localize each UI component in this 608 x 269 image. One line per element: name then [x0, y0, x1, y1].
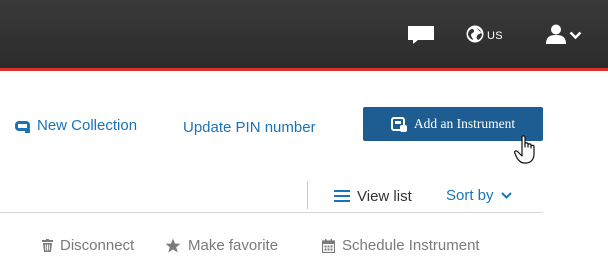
hand-cursor-icon: [514, 135, 535, 164]
sort-by-dropdown[interactable]: Sort by: [446, 187, 512, 204]
chevron-down-icon[interactable]: [569, 31, 582, 40]
chevron-down-icon: [500, 192, 512, 199]
new-collection-link[interactable]: New Collection: [14, 117, 138, 134]
chat-icon[interactable]: [407, 25, 435, 45]
update-pin-link[interactable]: Update PIN number: [183, 119, 316, 136]
star-icon: [165, 238, 181, 253]
disconnect-label: Disconnect: [60, 237, 135, 254]
add-instrument-label: Add an Instrument: [413, 116, 516, 131]
view-list-label: View list: [357, 188, 412, 205]
view-list-toggle[interactable]: View list: [334, 188, 412, 205]
calendar-icon: [322, 238, 335, 253]
sort-by-label: Sort by: [446, 187, 494, 204]
region-selector-label[interactable]: US: [487, 30, 503, 42]
new-collection-label: New Collection: [37, 117, 138, 134]
list-icon: [334, 190, 350, 202]
collection-icon: [15, 120, 30, 133]
section-divider: [0, 212, 543, 213]
view-divider: [307, 181, 308, 209]
make-favorite-button[interactable]: Make favorite: [165, 237, 278, 254]
trash-icon: [42, 239, 53, 252]
schedule-instrument-label: Schedule Instrument: [342, 237, 480, 254]
globe-icon[interactable]: [466, 25, 484, 43]
make-favorite-label: Make favorite: [188, 237, 279, 254]
disconnect-button[interactable]: Disconnect: [42, 237, 134, 254]
add-instrument-icon: [390, 116, 407, 132]
user-icon[interactable]: [545, 24, 567, 44]
top-navigation-bar: US: [0, 0, 608, 71]
schedule-instrument-button[interactable]: Schedule Instrument: [322, 237, 480, 254]
